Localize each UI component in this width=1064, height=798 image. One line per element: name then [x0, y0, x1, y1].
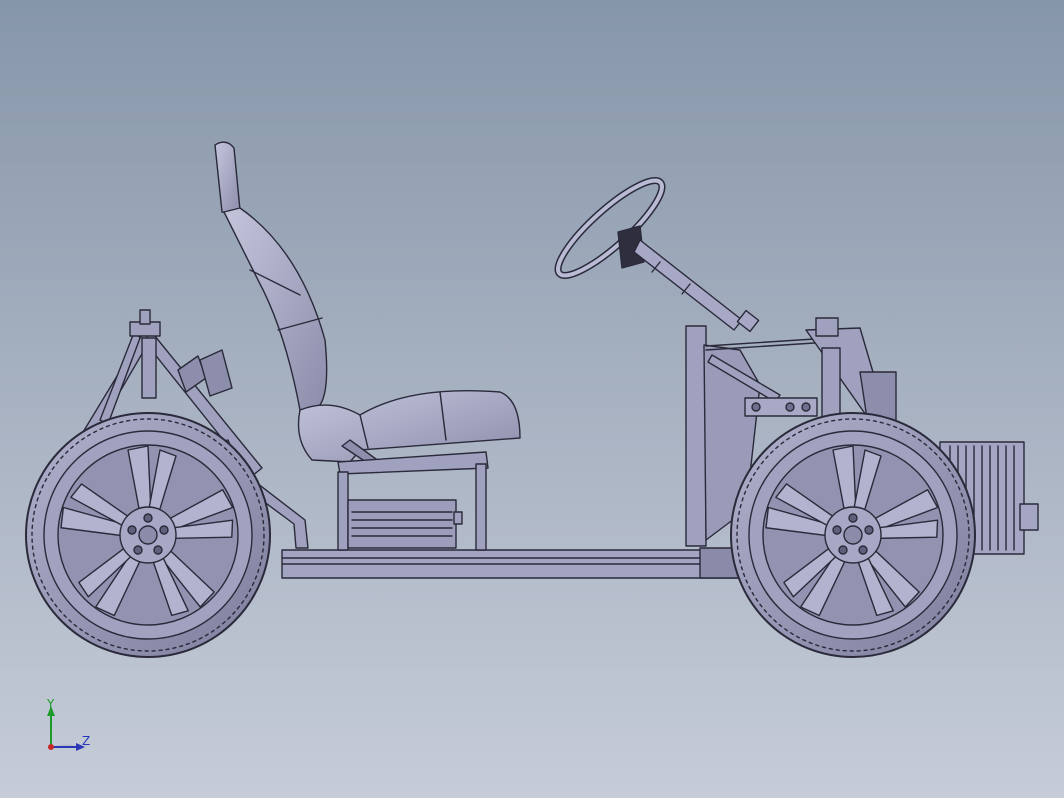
steering-assembly: [554, 177, 760, 333]
frame: [281, 547, 743, 579]
triad-z-label: Z: [82, 734, 91, 748]
kart-chassis-model[interactable]: [0, 0, 1064, 798]
seat-mount: [337, 451, 489, 551]
triad-y-label: Y: [47, 697, 55, 711]
triad-axes-icon: [47, 706, 85, 751]
front-wheel: [730, 412, 976, 658]
rear-wheel: [25, 412, 271, 658]
seat: [214, 141, 521, 467]
axis-triad: Y Z: [30, 696, 110, 766]
cad-graphics-viewport[interactable]: Y Z: [0, 0, 1064, 798]
